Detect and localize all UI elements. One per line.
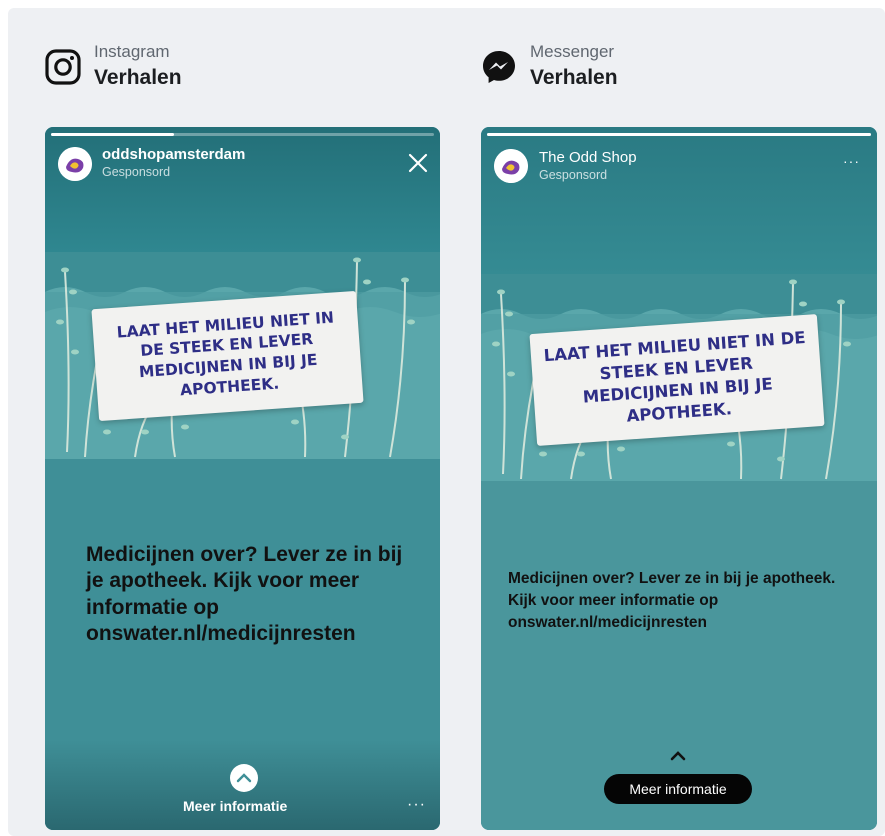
sponsored-label: Gesponsord: [102, 165, 171, 179]
ad-artwork: LAAT HET MILIEU NIET IN DE STEEK EN LEVE…: [45, 252, 440, 459]
avatar[interactable]: [58, 147, 92, 181]
swipe-up-button[interactable]: [230, 764, 258, 792]
odd-shop-logo-icon: [58, 147, 92, 181]
story-progress-fill: [51, 133, 174, 136]
ad-caption: Medicijnen over? Lever ze in bij je apot…: [508, 570, 836, 631]
instagram-icon: [45, 49, 81, 85]
messenger-story-preview: The Odd Shop Gesponsord ··· LAAT HET MIL…: [481, 127, 877, 830]
more-options-icon[interactable]: ···: [843, 153, 860, 169]
platform-name: Messenger: [530, 42, 615, 61]
avatar[interactable]: [494, 149, 528, 183]
story-progress-bar: [487, 133, 871, 136]
cta-label[interactable]: Meer informatie: [183, 798, 287, 814]
odd-shop-logo-icon: [494, 149, 528, 183]
instagram-header: Instagram Verhalen: [44, 40, 344, 100]
account-name[interactable]: The Odd Shop: [539, 149, 637, 166]
ad-caption: Medicijnen over? Lever ze in bij je apot…: [86, 543, 403, 645]
chevron-up-icon[interactable]: [668, 749, 688, 763]
story-progress-fill: [487, 133, 871, 136]
ad-artwork: LAAT HET MILIEU NIET IN DE STEEK EN LEVE…: [481, 274, 877, 481]
platform-name: Instagram: [94, 42, 170, 61]
artwork-text: LAAT HET MILIEU NIET IN DE STEEK EN LEVE…: [116, 308, 335, 399]
sponsored-label: Gesponsord: [539, 168, 608, 182]
artwork-message-card: LAAT HET MILIEU NIET IN DE STEEK EN LEVE…: [529, 314, 825, 446]
messenger-header: Messenger Verhalen: [480, 40, 780, 100]
close-icon[interactable]: [407, 152, 429, 174]
placement-label: Verhalen: [94, 66, 182, 89]
messenger-icon: [483, 51, 515, 83]
placement-label: Verhalen: [530, 66, 618, 89]
chevron-up-icon: [236, 773, 252, 783]
instagram-story-preview: oddshopamsterdam Gesponsord LAAT HET MIL…: [45, 127, 440, 830]
account-name[interactable]: oddshopamsterdam: [102, 146, 245, 163]
more-options-icon[interactable]: ···: [407, 796, 426, 814]
artwork-message-card: LAAT HET MILIEU NIET IN DE STEEK EN LEVE…: [91, 290, 364, 422]
cta-button[interactable]: Meer informatie: [604, 774, 752, 804]
artwork-text: LAAT HET MILIEU NIET IN DE STEEK EN LEVE…: [543, 328, 807, 426]
story-progress-bar: [51, 133, 434, 136]
